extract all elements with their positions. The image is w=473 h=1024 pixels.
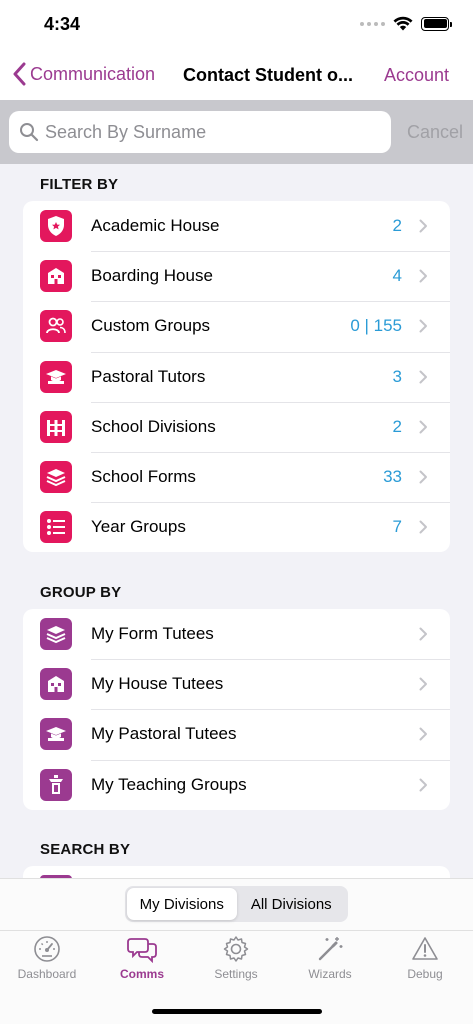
chevron-right-icon <box>419 319 427 333</box>
group-item-my-form-tutees[interactable]: My Form Tutees <box>23 609 450 659</box>
list-icon <box>40 511 72 544</box>
lectern-icon <box>40 768 72 801</box>
filter-item-count: 3 <box>392 366 402 386</box>
filter-by-list: Academic House 2 Boarding House 4 Custom… <box>23 201 450 553</box>
tab-settings[interactable]: Settings <box>189 935 283 981</box>
filter-item-year-groups[interactable]: Year Groups 7 <box>23 502 450 552</box>
group-item-label: My Teaching Groups <box>91 774 247 794</box>
tab-label: Debug <box>407 967 443 981</box>
tab-comms[interactable]: Comms <box>95 935 189 981</box>
filter-item-label: Boarding House <box>91 266 213 286</box>
chevron-left-icon <box>13 62 26 86</box>
filter-item-count: 4 <box>392 266 402 286</box>
filter-item-label: Year Groups <box>91 517 186 537</box>
search-by-list <box>23 866 450 878</box>
home-indicator <box>152 1009 322 1014</box>
graduation-cap-icon <box>40 360 72 393</box>
filter-item-label: School Divisions <box>91 416 216 436</box>
graduation-cap-icon <box>40 718 72 751</box>
group-by-header: GROUP BY <box>40 584 122 601</box>
filter-item-label: School Forms <box>91 467 196 487</box>
navigation-bar: Communication Contact Student o... Accou… <box>0 52 473 100</box>
shield-star-icon <box>40 210 72 243</box>
tab-label: Comms <box>119 967 164 981</box>
search-bar: Cancel <box>0 100 473 164</box>
layers-icon <box>40 461 72 494</box>
division-filter-bar: My Divisions All Divisions <box>0 878 473 930</box>
tab-label: Wizards <box>308 967 352 981</box>
magic-wand-icon <box>318 937 343 961</box>
back-label: Communication <box>30 63 156 84</box>
segment-my-divisions[interactable]: My Divisions <box>127 888 237 920</box>
status-icons <box>360 16 452 31</box>
chevron-right-icon <box>419 269 427 283</box>
gear-icon <box>223 936 249 962</box>
group-by-list: My Form Tutees My House Tutees My Pastor… <box>23 609 450 810</box>
filter-item-custom-groups[interactable]: Custom Groups 0 | 155 <box>23 301 450 351</box>
division-segmented-control: My Divisions All Divisions <box>125 886 348 922</box>
filter-item-school-forms[interactable]: School Forms 33 <box>23 451 450 502</box>
filter-item-count: 33 <box>383 467 402 487</box>
search-icon <box>20 123 39 142</box>
chevron-right-icon <box>419 219 427 233</box>
wifi-icon <box>393 16 413 31</box>
filter-item-count: 2 <box>392 416 402 436</box>
chevron-right-icon <box>419 520 427 534</box>
search-field-container[interactable] <box>9 111 391 153</box>
building-icon <box>40 260 72 293</box>
layers-icon <box>40 618 72 651</box>
filter-item-boarding-house[interactable]: Boarding House 4 <box>23 251 450 301</box>
chevron-right-icon <box>419 470 427 484</box>
chevron-right-icon <box>419 627 427 641</box>
people-icon <box>40 310 72 343</box>
building-icon <box>40 668 72 701</box>
account-button[interactable]: Account <box>384 65 449 86</box>
filter-item-label: Academic House <box>91 216 220 236</box>
tab-label: Settings <box>214 967 258 981</box>
chevron-right-icon <box>419 677 427 691</box>
chevron-right-icon <box>419 420 427 434</box>
tab-dashboard[interactable]: Dashboard <box>0 935 94 981</box>
group-item-label: My Form Tutees <box>91 624 214 644</box>
tab-label: Dashboard <box>17 967 77 981</box>
search-input[interactable] <box>45 121 365 143</box>
status-bar: 4:34 <box>0 0 473 52</box>
filter-by-header: FILTER BY <box>40 176 119 193</box>
filter-item-academic-house[interactable]: Academic House 2 <box>23 201 450 251</box>
filter-item-label: Pastoral Tutors <box>91 366 206 386</box>
cancel-button[interactable]: Cancel <box>407 122 463 143</box>
signal-icon <box>360 21 385 26</box>
filter-item-label: Custom Groups <box>91 316 211 336</box>
filter-item-school-divisions[interactable]: School Divisions 2 <box>23 401 450 452</box>
tab-wizards[interactable]: Wizards <box>283 935 377 981</box>
battery-icon <box>421 16 452 31</box>
chevron-right-icon <box>419 778 427 792</box>
segment-all-divisions[interactable]: All Divisions <box>237 888 347 920</box>
group-item-my-pastoral-tutees[interactable]: My Pastoral Tutees <box>23 709 450 759</box>
page-title: Contact Student o... <box>183 65 353 85</box>
group-item-my-teaching-groups[interactable]: My Teaching Groups <box>23 759 450 810</box>
fence-icon <box>40 410 72 443</box>
filter-item-count: 0 | 155 <box>350 316 402 336</box>
tab-debug[interactable]: Debug <box>378 935 472 981</box>
back-button[interactable]: Communication <box>12 62 155 86</box>
group-item-my-house-tutees[interactable]: My House Tutees <box>23 659 450 709</box>
group-item-label: My Pastoral Tutees <box>91 724 237 744</box>
chevron-right-icon <box>419 370 427 384</box>
filter-item-count: 2 <box>392 216 402 236</box>
chat-bubbles-icon <box>127 938 157 963</box>
search-by-header: SEARCH BY <box>40 841 131 858</box>
status-time: 4:34 <box>44 14 81 34</box>
chevron-right-icon <box>419 727 427 741</box>
filter-item-count: 7 <box>392 517 402 537</box>
warning-icon <box>412 937 438 960</box>
group-item-label: My House Tutees <box>91 674 224 694</box>
filter-item-pastoral-tutors[interactable]: Pastoral Tutors 3 <box>23 351 450 402</box>
gauge-icon <box>34 936 60 962</box>
